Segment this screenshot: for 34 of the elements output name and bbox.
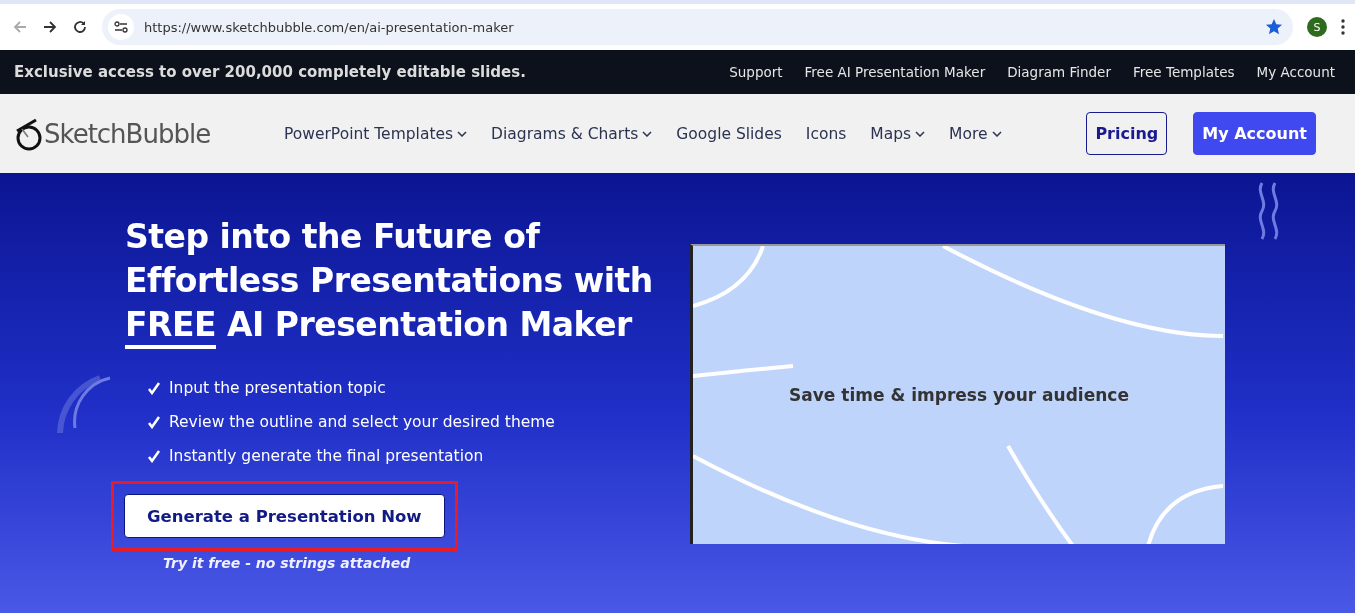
cta-note: Try it free - no strings attached: [163, 555, 412, 571]
nav-menu-item[interactable]: Maps: [870, 124, 926, 143]
step-text: Input the presentation topic: [169, 378, 386, 399]
nav-menu-item[interactable]: Icons: [805, 124, 847, 143]
top-nav-link[interactable]: Free Templates: [1133, 64, 1235, 80]
account-button[interactable]: My Account: [1193, 112, 1316, 155]
promo-text: Exclusive access to over 200,000 completely editable slides.: [14, 63, 527, 81]
generate-presentation-button[interactable]: Generate a Presentation Now: [124, 494, 445, 538]
reload-icon[interactable]: [72, 19, 88, 35]
nav-menu-item[interactable]: PowerPoint Templates: [284, 124, 468, 143]
top-nav-link[interactable]: Free AI Presentation Maker: [804, 64, 986, 80]
address-bar[interactable]: https://www.sketchbubble.com/en/ai-presentation-maker: [102, 9, 1293, 45]
nav-menu-item[interactable]: Google Slides: [676, 124, 782, 143]
checkmark-icon: [147, 381, 161, 395]
forward-arrow-icon[interactable]: [42, 19, 58, 35]
checkmark-icon: [147, 449, 161, 463]
hero-title: Step into the Future of Effortless Presentations with FREE AI Presentation Maker: [125, 215, 690, 347]
logo-text[interactable]: SketchBubble: [44, 118, 211, 149]
step-text: Review the outline and select your desired theme: [169, 412, 555, 433]
pricing-button[interactable]: Pricing: [1086, 112, 1168, 155]
top-nav-link[interactable]: Diagram Finder: [1007, 64, 1111, 80]
bookmark-star-icon[interactable]: [1265, 18, 1283, 36]
site-settings-icon[interactable]: [114, 21, 128, 33]
slide-caption: Save time & impress your audience: [789, 385, 1129, 405]
nav-menu-item[interactable]: More: [949, 124, 1002, 143]
more-options-icon[interactable]: [1341, 19, 1345, 35]
profile-avatar[interactable]: S: [1307, 17, 1327, 37]
top-nav-link[interactable]: My Account: [1256, 64, 1335, 80]
top-nav-link[interactable]: Support: [729, 64, 783, 80]
nav-menu-item[interactable]: Diagrams & Charts: [491, 124, 653, 143]
step-text: Instantly generate the final presentation: [169, 446, 484, 467]
checkmark-icon: [147, 415, 161, 429]
url-text: https://www.sketchbubble.com/en/ai-presentation-maker: [144, 19, 515, 35]
logo-icon[interactable]: [14, 116, 44, 151]
